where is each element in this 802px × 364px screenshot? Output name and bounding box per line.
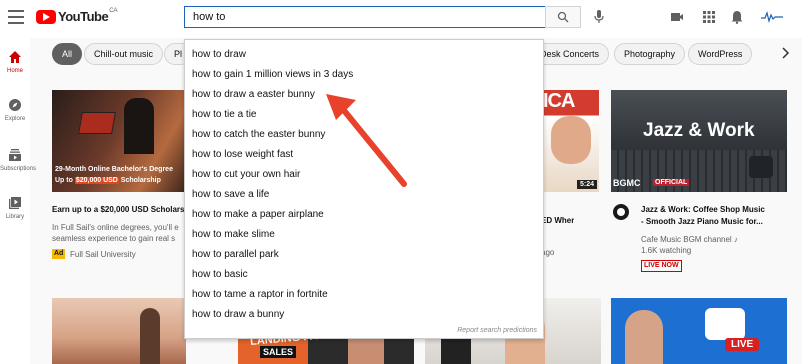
thumb-text: ICA <box>543 90 575 112</box>
chip-photography[interactable]: Photography <box>614 43 686 65</box>
suggestion-item[interactable]: how to lose weight fast <box>192 147 293 163</box>
person-silhouette <box>625 310 663 364</box>
notifications-bell-icon[interactable] <box>730 10 744 24</box>
suggestion-item[interactable]: how to gain 1 million views in 3 days <box>192 67 353 83</box>
sidebar-item-home[interactable]: Home <box>0 50 30 74</box>
library-icon <box>9 197 21 209</box>
sidebar-item-library[interactable]: Library <box>0 196 30 220</box>
suggestion-item[interactable]: how to tie a tie <box>192 107 256 123</box>
official-badge: OFFICIAL <box>653 179 690 186</box>
chip-all[interactable]: All <box>52 43 83 65</box>
laptop-shape <box>78 112 116 134</box>
video-thumbnail-bottom-4[interactable]: LIVE <box>611 298 787 364</box>
channel-avatar[interactable] <box>613 204 629 220</box>
report-search-predictions-link[interactable]: Report search predictions <box>457 327 537 334</box>
chip-wordpress[interactable]: WordPress <box>688 43 753 65</box>
logo-region: CA <box>109 7 118 14</box>
video-title-fragment[interactable]: ED Wher <box>541 215 574 226</box>
video-title[interactable]: Jazz & Work: Coffee Shop Music <box>641 204 791 215</box>
thumb-text: SALES <box>260 346 297 358</box>
compass-icon <box>9 99 21 111</box>
chevron-right-icon[interactable] <box>780 47 790 59</box>
sidebar-item-label: Subscriptions <box>0 166 37 172</box>
sidebar: Home Explore Subscriptions Library <box>0 38 36 364</box>
suggestion-item[interactable]: how to draw a easter bunny <box>192 87 315 103</box>
sidebar-item-label: Explore <box>4 116 26 122</box>
sidebar-item-label: Library <box>5 214 25 220</box>
advertiser-name[interactable]: Full Sail University <box>70 249 136 260</box>
app-icon-shape <box>705 308 745 340</box>
video-title[interactable]: Earn up to a $20,000 USD Scholarsh <box>52 204 186 215</box>
search-icon <box>557 11 569 23</box>
youtube-logo[interactable]: YouTube CA <box>36 7 118 24</box>
suggestion-item[interactable]: how to draw a bunny <box>192 307 284 323</box>
menu-icon[interactable] <box>8 10 24 24</box>
person-silhouette <box>140 308 160 364</box>
search-button[interactable] <box>545 6 581 28</box>
suggestion-item[interactable]: how to draw <box>192 47 246 63</box>
viewer-count: 1.6K watching <box>641 246 692 255</box>
subscriptions-icon <box>9 149 21 161</box>
sidebar-item-subscriptions[interactable]: Subscriptions <box>0 148 36 172</box>
thumb-caption-1: 29-Month Online Bachelor's Degree <box>55 166 173 173</box>
home-icon <box>9 51 21 63</box>
chip-chill-out-music[interactable]: Chill-out music <box>84 43 164 65</box>
face-shape <box>551 116 591 164</box>
sidebar-item-explore[interactable]: Explore <box>0 98 30 122</box>
coffee-cup-shape <box>749 156 773 178</box>
search-input[interactable]: how to <box>184 6 546 28</box>
create-video-icon[interactable] <box>670 10 684 24</box>
suggestion-item[interactable]: how to parallel park <box>192 247 279 263</box>
suggestion-item[interactable]: how to basic <box>192 267 248 283</box>
suggestion-item[interactable]: how to save a life <box>192 187 269 203</box>
video-thumbnail-full-sail[interactable]: 29-Month Online Bachelor's Degree Up to … <box>52 90 186 192</box>
suggestion-item[interactable]: how to tame a raptor in fortnite <box>192 287 328 303</box>
ad-badge: Ad <box>52 249 66 259</box>
account-avatar[interactable] <box>760 10 784 24</box>
annotation-arrow-icon <box>326 94 407 187</box>
person-silhouette <box>124 98 154 154</box>
live-now-badge: LIVE NOW <box>641 260 682 272</box>
sidebar-item-label: Home <box>6 68 23 74</box>
suggestion-item[interactable]: how to make a paper airplane <box>192 207 324 223</box>
top-bar: YouTube CA how to <box>0 0 802 38</box>
logo-text: YouTube <box>58 9 109 24</box>
video-thumbnail-bottom-1[interactable] <box>52 298 186 364</box>
youtube-play-icon <box>36 9 56 24</box>
video-duration: 5:24 <box>576 180 597 189</box>
channel-name[interactable]: Cafe Music BGM channel ♪ <box>641 234 738 245</box>
channel-brand: BGMC <box>613 178 641 188</box>
video-thumbnail-jazz-work[interactable]: Jazz & Work BGMC OFFICIAL <box>611 90 787 192</box>
video-thumbnail-middle[interactable]: ICA 5:24 <box>541 90 599 192</box>
apps-grid-icon[interactable] <box>702 10 716 24</box>
thumb-title: Jazz & Work <box>643 120 755 141</box>
search-suggestions-dropdown: how to draw how to gain 1 million views … <box>184 39 544 339</box>
live-badge: LIVE <box>725 338 760 351</box>
video-description: seamless experience to gain real s <box>52 234 176 243</box>
suggestion-item[interactable]: how to catch the easter bunny <box>192 127 325 143</box>
video-title[interactable]: - Smooth Jazz Piano Music for... <box>641 216 791 227</box>
microphone-icon[interactable] <box>594 10 604 24</box>
suggestion-item[interactable]: how to cut your own hair <box>192 167 300 183</box>
thumb-caption-2: Up to $20,000 USD Scholarship <box>55 177 161 184</box>
video-description: In Full Sail's online degrees, you'll e <box>52 223 179 232</box>
suggestion-item[interactable]: how to make slime <box>192 227 275 243</box>
